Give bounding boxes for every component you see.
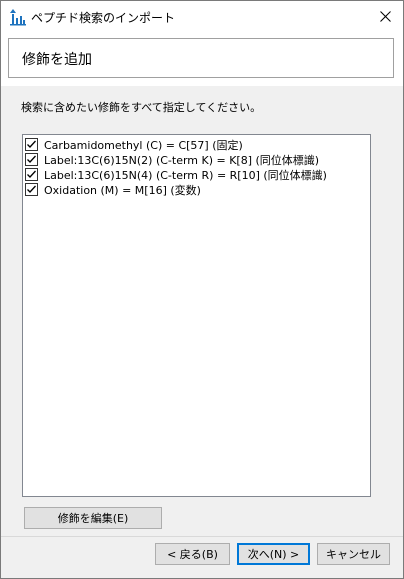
wizard-header: 修飾を追加 [1,32,403,86]
close-icon [379,11,391,22]
checkbox[interactable] [25,153,38,166]
app-chart-icon [10,9,26,26]
header-frame: 修飾を追加 [8,38,394,78]
cancel-button[interactable]: キャンセル [317,543,390,565]
modification-label: Carbamidomethyl (C) = C[57] (固定) [44,138,243,152]
page-title: 修飾を追加 [22,52,92,68]
checkmark-icon [27,140,36,148]
modification-item[interactable]: Carbamidomethyl (C) = C[57] (固定) [25,137,243,152]
checkbox[interactable] [25,138,38,151]
back-button[interactable]: < 戻る(B) [155,543,230,565]
footer-divider [1,536,403,537]
checkbox[interactable] [25,168,38,181]
close-button[interactable] [367,1,403,32]
modification-label: Label:13C(6)15N(4) (C-term R) = R[10] (同… [44,168,327,182]
checkmark-icon [27,170,36,178]
window-title: ペプチド検索のインポート [31,11,176,25]
modification-label: Oxidation (M) = M[16] (変数) [44,183,201,197]
next-button[interactable]: 次へ(N) > [237,543,310,565]
modification-item[interactable]: Label:13C(6)15N(4) (C-term R) = R[10] (同… [25,167,327,182]
title-bar: ペプチド検索のインポート [1,1,403,32]
modification-list[interactable]: Carbamidomethyl (C) = C[57] (固定) Label:1… [22,134,371,497]
dialog-window: ペプチド検索のインポート 修飾を追加 検索に含めたい修飾をすべて指定してください… [0,0,404,579]
checkmark-icon [27,155,36,163]
checkbox[interactable] [25,183,38,196]
instruction-text: 検索に含めたい修飾をすべて指定してください。 [21,101,262,114]
modification-item[interactable]: Label:13C(6)15N(2) (C-term K) = K[8] (同位… [25,152,319,167]
edit-modifications-button[interactable]: 修飾を編集(E) [24,507,162,529]
modification-item[interactable]: Oxidation (M) = M[16] (変数) [25,182,201,197]
modification-label: Label:13C(6)15N(2) (C-term K) = K[8] (同位… [44,153,320,167]
checkmark-icon [27,185,36,193]
